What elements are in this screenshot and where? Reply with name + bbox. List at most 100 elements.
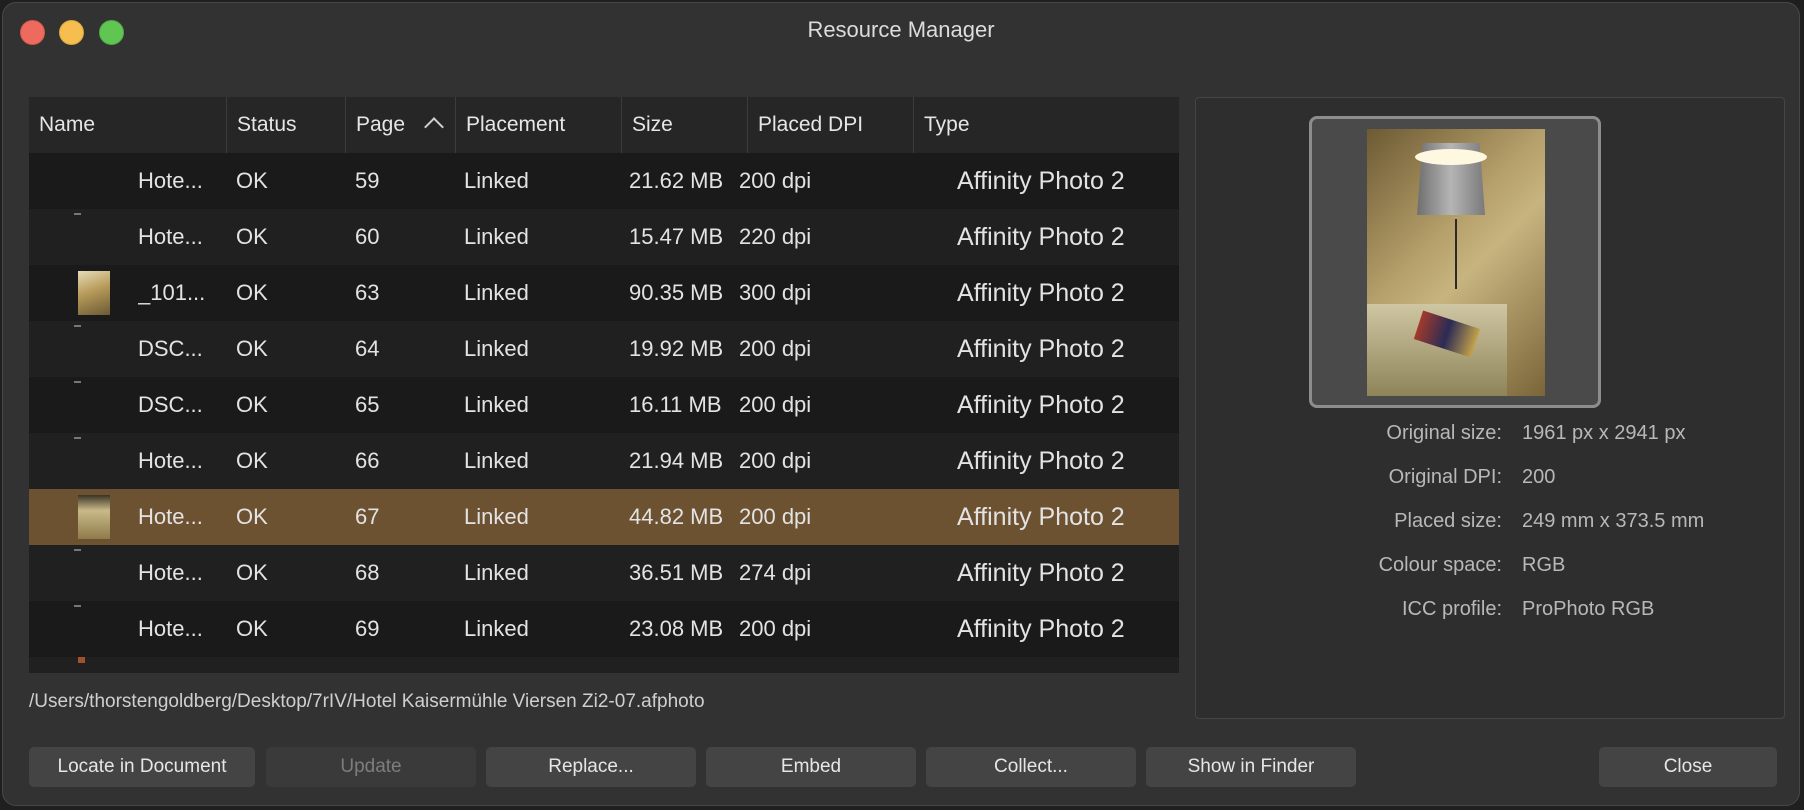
cell-status: OK bbox=[236, 224, 268, 249]
cell-size: 19.92 MB bbox=[629, 336, 724, 361]
cell-status: OK bbox=[236, 616, 268, 641]
cell-size: 38.71 MB bbox=[629, 657, 723, 673]
cell-size: 15.47 MB bbox=[629, 224, 724, 249]
detail-label: Original DPI: bbox=[1388, 466, 1502, 488]
resource-thumbnail bbox=[74, 213, 81, 215]
table-row[interactable]: Hote... OK 69 Linked 23.08 MB 200 dpi Affinity… bbox=[29, 601, 1179, 657]
table-row[interactable]: Hote... OK 67 Linked 44.82 MB 200 dpi Affinity… bbox=[29, 489, 1179, 545]
cell-name: DSC... bbox=[138, 392, 203, 417]
cell-placement: Linked bbox=[464, 448, 529, 473]
resource-thumbnail bbox=[74, 605, 81, 607]
column-header-type[interactable]: Type bbox=[914, 97, 1179, 153]
cell-status: OK bbox=[236, 168, 268, 193]
close-button[interactable]: Close bbox=[1599, 747, 1777, 787]
cell-page: 66 bbox=[355, 448, 380, 473]
detail-label: ICC profile: bbox=[1401, 598, 1502, 620]
cell-placement: Linked bbox=[464, 504, 529, 529]
cell-name: Hote... bbox=[138, 657, 203, 673]
cell-name: DSC... bbox=[138, 336, 203, 361]
resource-thumbnail bbox=[74, 325, 81, 327]
cell-name: Hote... bbox=[138, 168, 203, 193]
cell-name: Hote... bbox=[138, 448, 203, 473]
column-header-status[interactable]: Status bbox=[227, 97, 346, 153]
cell-size: 16.11 MB bbox=[629, 392, 722, 417]
cell-size: 23.08 MB bbox=[629, 616, 724, 641]
sort-ascending-icon bbox=[424, 117, 444, 137]
resource-preview-image bbox=[1367, 129, 1545, 396]
table-row[interactable]: Hote... OK 68 Linked 36.51 MB 274 dpi Affinity… bbox=[29, 545, 1179, 601]
embed-button[interactable]: Embed bbox=[706, 747, 916, 787]
cell-name: Hote... bbox=[138, 504, 203, 529]
detail-value: 249 mm x 373.5 mm bbox=[1522, 510, 1705, 532]
cell-status: OK bbox=[236, 657, 268, 673]
resource-file-path: /Users/thorstengoldberg/Desktop/7rIV/Hot… bbox=[29, 691, 705, 712]
cell-dpi: 220 dpi bbox=[739, 224, 812, 249]
column-header-page[interactable]: Page bbox=[346, 97, 456, 153]
table-row[interactable]: _101... OK 63 Linked 90.35 MB 300 dpi Affinity… bbox=[29, 265, 1179, 321]
update-button[interactable]: Update bbox=[266, 747, 476, 787]
show-in-finder-button[interactable]: Show in Finder bbox=[1146, 747, 1356, 787]
table-row[interactable]: DSC... OK 64 Linked 19.92 MB 200 dpi Affinity … bbox=[29, 321, 1179, 377]
cell-type: Affinity Photo 2 bbox=[957, 615, 1125, 643]
column-header-page-label: Page bbox=[356, 113, 406, 136]
cell-size: 36.51 MB bbox=[629, 560, 724, 585]
cell-dpi: 274 dpi bbox=[739, 560, 812, 585]
resource-manager-window: Resource Manager Name Status Page Placem… bbox=[2, 2, 1800, 806]
detail-row: Colour space: RGB bbox=[1196, 554, 1784, 584]
cell-dpi: 300 dpi bbox=[739, 280, 812, 305]
cell-name: _101... bbox=[138, 280, 206, 305]
cell-dpi: 200 dpi bbox=[739, 336, 812, 361]
detail-label: Colour space: bbox=[1378, 554, 1502, 576]
resource-thumbnail bbox=[78, 657, 85, 663]
cell-placement: Linked bbox=[464, 280, 529, 305]
cell-type: Affinity Photo 2 bbox=[957, 503, 1125, 531]
detail-row: Placed size: 249 mm x 373.5 mm bbox=[1196, 510, 1784, 540]
table-row[interactable]: Hote... OK 66 Linked 21.94 MB 200 dpi Affinity… bbox=[29, 433, 1179, 489]
window-title: Resource Manager bbox=[807, 17, 995, 42]
cell-dpi: 200 dpi bbox=[739, 616, 812, 641]
cell-type: Affinity Photo 2 bbox=[957, 223, 1125, 251]
cell-type: Affinity Photo 2 bbox=[957, 657, 1125, 673]
cell-dpi: 200 dpi bbox=[739, 448, 812, 473]
detail-value: ProPhoto RGB bbox=[1522, 598, 1655, 620]
cell-placement: Linked bbox=[464, 336, 529, 361]
cell-status: OK bbox=[236, 448, 268, 473]
preview-frame bbox=[1309, 116, 1601, 408]
table-header: Name Status Page Placement Size Placed D… bbox=[29, 97, 1179, 154]
cell-type: Affinity Photo 2 bbox=[957, 335, 1125, 363]
collect-button[interactable]: Collect... bbox=[926, 747, 1136, 787]
cell-size: 44.82 MB bbox=[629, 504, 724, 529]
cell-page: 69 bbox=[355, 616, 380, 641]
detail-row: Original size: 1961 px x 2941 px bbox=[1196, 422, 1784, 452]
detail-row: Original DPI: 200 bbox=[1196, 466, 1784, 496]
cell-placement: Linked bbox=[464, 657, 529, 673]
cell-size: 21.62 MB bbox=[629, 168, 724, 193]
table-row[interactable]: DSC... OK 65 Linked 16.11 MB 200 dpi Affinity … bbox=[29, 377, 1179, 433]
cell-placement: Linked bbox=[464, 560, 529, 585]
detail-label: Placed size: bbox=[1394, 510, 1502, 532]
cell-type: Affinity Photo 2 bbox=[957, 279, 1125, 307]
table-row[interactable]: Hote... OK 59 Linked 21.62 MB 200 dpi Affinity… bbox=[29, 153, 1179, 209]
cell-size: 21.94 MB bbox=[629, 448, 724, 473]
cell-type: Affinity Photo 2 bbox=[957, 447, 1125, 475]
locate-in-document-button[interactable]: Locate in Document bbox=[29, 747, 255, 787]
resource-thumbnail bbox=[74, 549, 81, 551]
detail-value: RGB bbox=[1522, 554, 1566, 576]
resource-details-panel: Original size: 1961 px x 2941 px Original … bbox=[1195, 97, 1785, 719]
cell-status: OK bbox=[236, 336, 268, 361]
table-row[interactable]: Hote... OK 60 Linked 15.47 MB 220 dpi Affinity… bbox=[29, 209, 1179, 265]
cell-dpi: 274 dpi bbox=[739, 657, 811, 673]
column-header-name[interactable]: Name bbox=[29, 97, 227, 153]
column-header-size[interactable]: Size bbox=[622, 97, 748, 153]
cell-placement: Linked bbox=[464, 616, 529, 641]
replace-button[interactable]: Replace... bbox=[486, 747, 696, 787]
column-header-placement[interactable]: Placement bbox=[456, 97, 622, 153]
table-row[interactable]: Hote... OK 70 Linked 38.71 MB 274 dpi Affinity… bbox=[29, 657, 1179, 673]
cell-page: 59 bbox=[355, 168, 380, 193]
resource-thumbnail bbox=[78, 495, 110, 539]
resources-table: Name Status Page Placement Size Placed D… bbox=[29, 97, 1179, 673]
cell-status: OK bbox=[236, 560, 268, 585]
column-header-placed-dpi[interactable]: Placed DPI bbox=[748, 97, 914, 153]
cell-name: Hote... bbox=[138, 616, 203, 641]
cell-page: 63 bbox=[355, 280, 380, 305]
